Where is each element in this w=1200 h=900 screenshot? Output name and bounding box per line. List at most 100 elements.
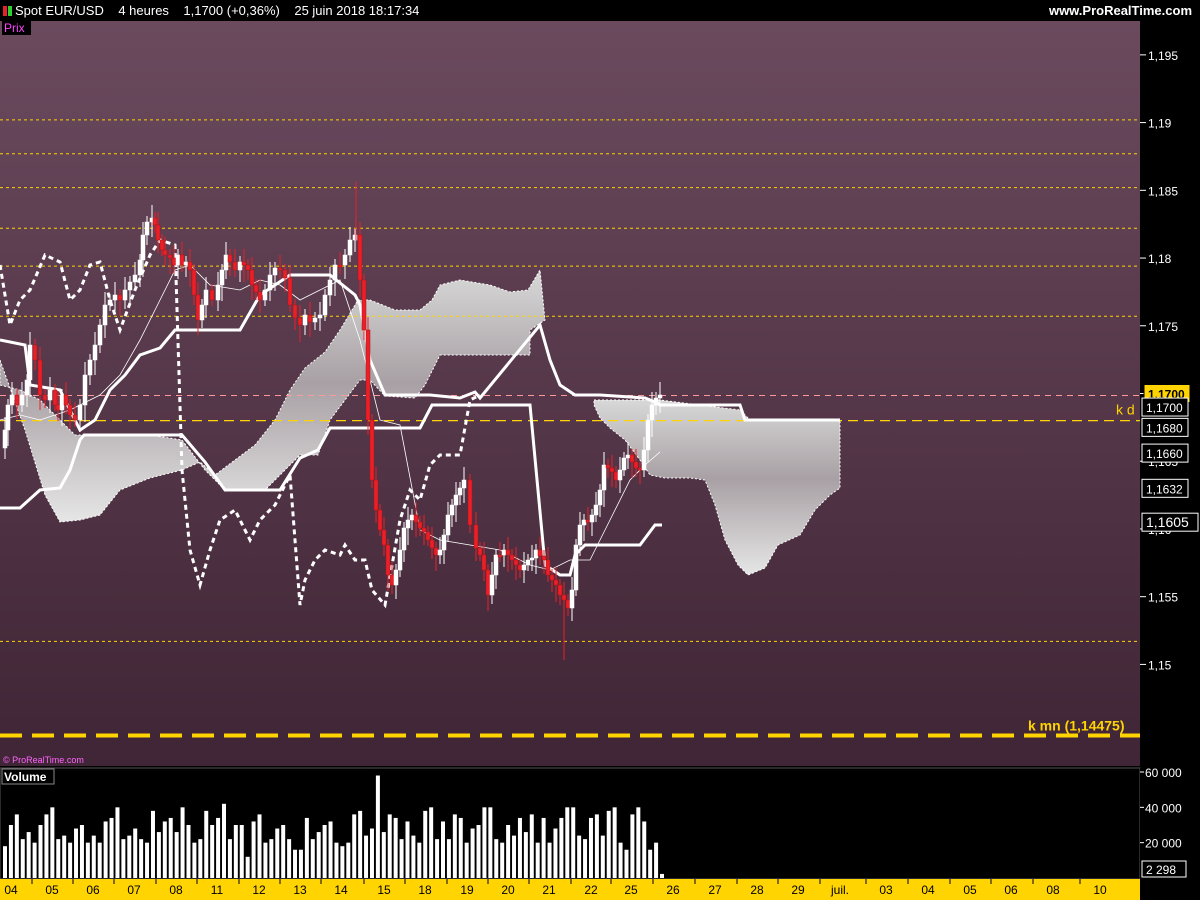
volume-bar xyxy=(156,832,161,878)
date-tick-label: juil. xyxy=(830,883,849,897)
volume-bar xyxy=(103,821,108,878)
candle-body xyxy=(473,524,479,549)
volume-bar xyxy=(494,839,499,878)
site-link[interactable]: www.ProRealTime.com xyxy=(1049,3,1192,18)
volume-bar xyxy=(44,814,49,878)
candle-body xyxy=(561,594,567,601)
volume-bar xyxy=(97,842,102,878)
candle-body xyxy=(59,394,65,411)
candle-body xyxy=(63,394,69,406)
volume-tick-label: 40 000 xyxy=(1145,801,1182,815)
volume-bar xyxy=(227,839,232,878)
candle-body xyxy=(132,274,138,283)
volume-bar xyxy=(630,814,635,878)
candle-body xyxy=(641,449,647,471)
candle-body xyxy=(332,264,338,281)
candle-body xyxy=(357,234,363,281)
candle-body xyxy=(77,404,83,421)
chart-header: Spot EUR/USD 4 heures 1,1700 (+0,36%) 25… xyxy=(0,0,1200,21)
trading-chart[interactable]: Prix Volume © ProRealTime.com 1,195 1,19 1… xyxy=(0,0,1200,900)
candle-body xyxy=(47,389,53,401)
candle-body xyxy=(97,324,103,346)
candle-body xyxy=(82,374,88,406)
price-tick-label: 1,185 xyxy=(1148,184,1178,198)
volume-bar xyxy=(91,835,96,878)
volume-bar xyxy=(369,828,374,878)
candle-body xyxy=(621,457,627,471)
candle-body xyxy=(477,547,483,556)
candle-body xyxy=(191,269,197,296)
volume-bar xyxy=(139,839,144,878)
candle-body xyxy=(257,291,263,301)
date-tick-label: 27 xyxy=(708,883,722,897)
candle-body xyxy=(152,217,158,226)
candle-body xyxy=(312,317,318,323)
volume-bar xyxy=(547,842,552,878)
volume-bar xyxy=(26,832,31,878)
candle-body xyxy=(517,564,523,571)
date-tick-label: 22 xyxy=(584,883,598,897)
volume-bar xyxy=(523,832,528,878)
candle-body xyxy=(292,304,298,319)
candle-body xyxy=(409,514,415,521)
candle-body xyxy=(122,289,128,301)
candle-body xyxy=(302,314,308,326)
volume-bar xyxy=(488,807,493,878)
volume-bar xyxy=(423,810,428,878)
candle-body xyxy=(489,574,495,596)
price-tag-label: 1,1605 xyxy=(1146,514,1189,530)
volume-bar xyxy=(32,842,37,878)
price-tick-label: 1,155 xyxy=(1148,591,1178,605)
volume-bar xyxy=(20,839,25,878)
volume-bar xyxy=(565,807,570,878)
date-tick-label: 14 xyxy=(334,883,348,897)
candle-body xyxy=(112,294,118,301)
volume-bar xyxy=(624,849,629,878)
volume-bar xyxy=(660,873,664,878)
date-tick-label: 05 xyxy=(963,883,977,897)
candle-body xyxy=(381,529,387,546)
volume-bar xyxy=(441,821,445,878)
date-tick-label: 08 xyxy=(169,883,183,897)
volume-bar xyxy=(198,839,203,878)
volume-bar xyxy=(535,842,540,878)
price-tick-label: 1,19 xyxy=(1148,117,1172,131)
last-price: 1,1700 xyxy=(183,3,224,18)
candle-body xyxy=(297,317,303,326)
volume-bar xyxy=(168,817,173,878)
timeframe: 4 heures xyxy=(118,3,169,18)
candle-body xyxy=(27,344,33,381)
candle-body xyxy=(159,239,165,251)
candle-body xyxy=(625,454,631,459)
candle-body xyxy=(569,589,575,609)
volume-bar xyxy=(38,825,43,878)
candle-body xyxy=(549,574,555,581)
price-panel[interactable] xyxy=(0,21,1140,766)
candle-body xyxy=(657,394,663,399)
price-tag-label: 1,1660 xyxy=(1146,447,1183,461)
candle-body xyxy=(521,564,527,571)
volume-bar xyxy=(517,817,522,878)
volume-bar xyxy=(192,842,197,878)
price-panel-label: Prix xyxy=(4,21,25,35)
candle-body xyxy=(215,284,221,301)
volume-bar xyxy=(346,842,351,878)
candle-body xyxy=(629,454,635,463)
volume-bar xyxy=(500,842,505,878)
candle-body xyxy=(262,289,268,301)
candle-body xyxy=(253,284,259,293)
candle-body xyxy=(307,314,313,323)
date-tick-label: 25 xyxy=(624,883,638,897)
date-tick-label: 20 xyxy=(501,883,515,897)
volume-bar xyxy=(529,814,534,878)
candle-body xyxy=(249,269,255,286)
price-tag-label: 1,1680 xyxy=(1146,421,1183,435)
candle-body xyxy=(92,344,98,361)
volume-bar xyxy=(476,825,481,878)
volume-bar xyxy=(541,817,546,878)
candle-down-icon xyxy=(3,6,7,16)
candle-body xyxy=(42,394,48,401)
volume-bar xyxy=(145,842,150,878)
volume-bar xyxy=(293,849,298,878)
candle-body xyxy=(525,559,531,566)
